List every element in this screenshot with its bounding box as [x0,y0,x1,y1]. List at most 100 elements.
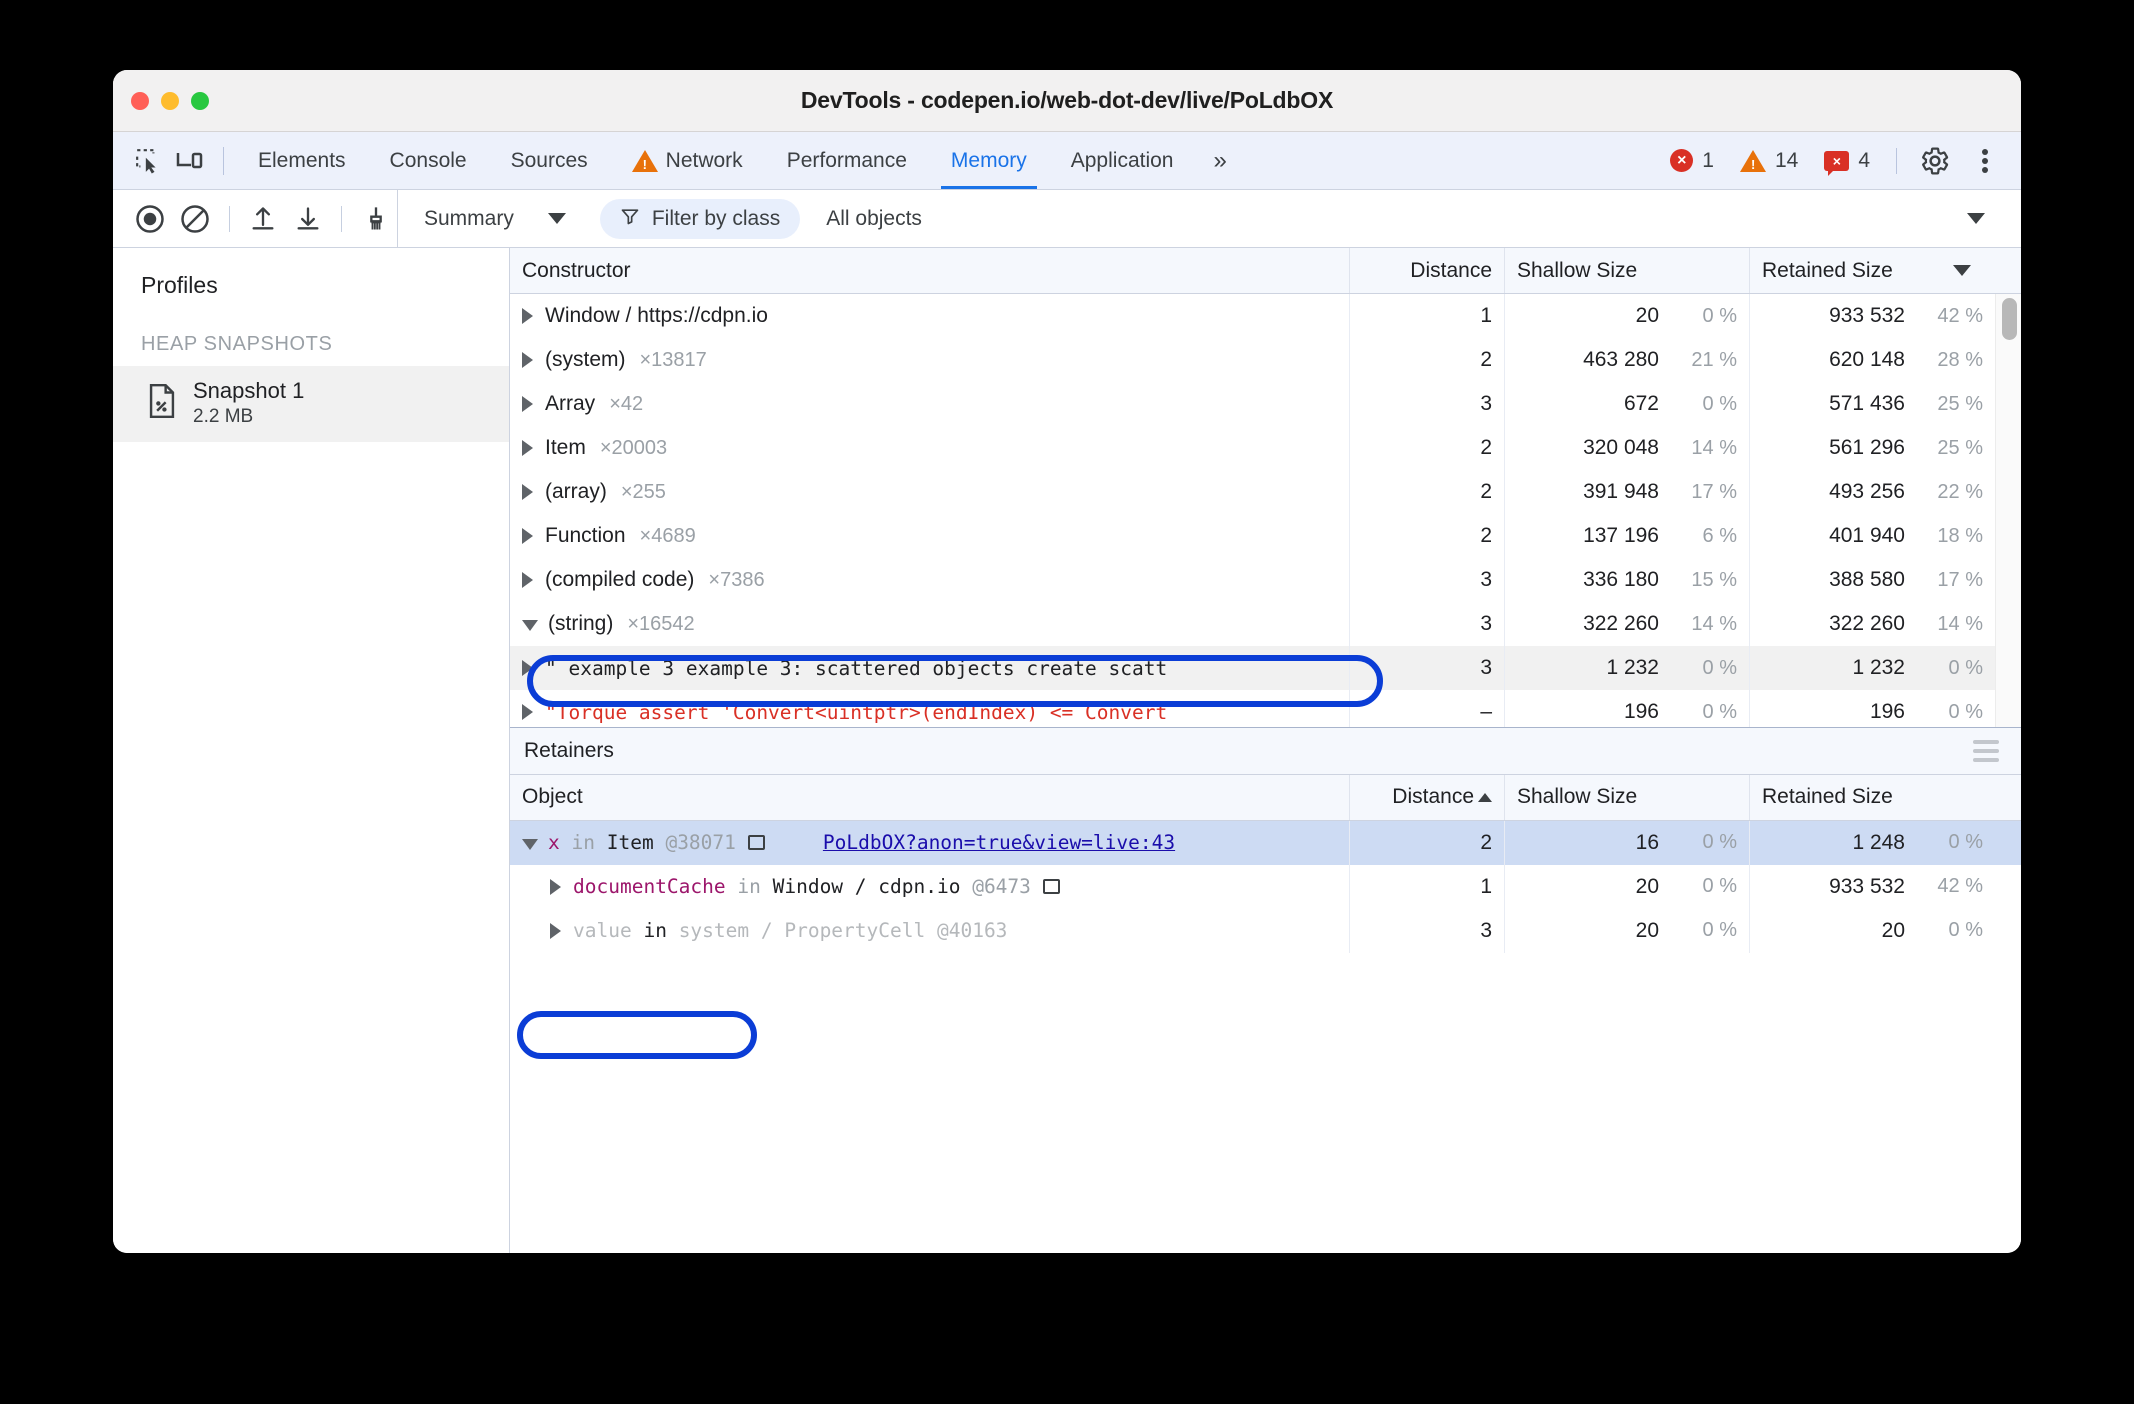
error-count[interactable]: × 1 [1660,149,1724,173]
tab-network[interactable]: ! Network [610,132,765,189]
distance-cell: 2 [1350,338,1505,382]
table-row[interactable]: documentCache in Window / cdpn.io @6473 1… [510,864,2021,909]
column-header-constructor[interactable]: Constructor [510,248,1350,293]
chevron-right-icon[interactable] [522,484,533,500]
table-row[interactable]: Window / https://cdpn.io 1 20 0 % 933 532 42 … [510,294,2021,338]
summary-scrollbar[interactable] [1995,294,2021,727]
objects-select[interactable]: All objects [826,207,2021,231]
tab-sources[interactable]: Sources [489,132,610,189]
chevron-right-icon[interactable] [522,528,533,544]
object-cell: documentCache in Window / cdpn.io @6473 [510,864,1350,909]
chevron-right-icon[interactable] [522,572,533,588]
download-profile-icon[interactable] [286,197,329,241]
inspect-element-icon[interactable] [127,140,169,182]
constructor-name: (system) [545,348,626,371]
chevron-down-icon[interactable] [522,620,538,631]
instance-count: ×13817 [639,348,707,371]
shallow-size-value: 20 [1635,918,1659,942]
table-row[interactable]: value in system / PropertyCell @40163 3 20… [510,908,2021,953]
shallow-size-percent: 15 % [1691,568,1737,591]
column-header-shallow-size[interactable]: Shallow Size [1505,774,1750,820]
table-row[interactable]: " example 3 example 3: scattered objects… [510,646,2021,690]
column-header-distance[interactable]: Distance [1350,248,1505,293]
chevron-down-icon [1967,213,1985,224]
status-divider [1896,147,1897,174]
retained-size-value: 933 532 [1829,874,1905,898]
shallow-size-percent: 0 % [1702,831,1737,853]
retained-size-cell: 561 296 25 % [1750,426,2021,470]
constructor-cell: (system) ×13817 [510,338,1350,382]
close-window-button[interactable] [131,92,149,110]
tab-application[interactable]: Application [1049,132,1196,189]
shallow-size-cell: 322 260 14 % [1505,602,1750,646]
summary-grid-body[interactable]: Window / https://cdpn.io 1 20 0 % 933 532 42 … [510,294,2021,727]
table-row[interactable]: x in Item @38071 PoLdbOX?anon=true&view=l… [510,820,2021,865]
error-count-label: 1 [1702,148,1714,172]
distance-cell: – [1350,690,1505,727]
reveal-in-elements-icon[interactable] [747,835,765,850]
table-row[interactable]: Array ×42 3 672 0 % 571 436 25 % [510,382,2021,426]
retained-size-percent: 25 % [1937,392,1983,415]
chevron-right-icon[interactable] [522,704,533,720]
retained-size-percent: 17 % [1937,568,1983,591]
clear-icon[interactable] [174,197,217,241]
retainers-grid-body[interactable]: x in Item @38071 PoLdbOX?anon=true&view=l… [510,820,2021,1253]
retained-size-cell: 571 436 25 % [1750,382,2021,426]
reveal-in-elements-icon[interactable] [1042,879,1060,894]
devtools-tab-bar: Elements Console Sources ! Network Perfo… [113,132,2021,190]
column-header-retained-size[interactable]: Retained Size [1750,775,2021,820]
table-row[interactable]: Function ×4689 2 137 196 6 % 401 940 18 % [510,514,2021,558]
gear-icon[interactable] [1913,139,1957,183]
column-header-retained-size[interactable]: Retained Size [1750,248,2021,293]
chevron-right-icon[interactable] [522,396,533,412]
tab-memory[interactable]: Memory [929,132,1049,189]
source-link[interactable]: PoLdbOX?anon=true&view=live:43 [823,831,1175,854]
tab-elements[interactable]: Elements [236,132,368,189]
filter-label: Filter by class [651,206,781,230]
sidebar-item-snapshot-1[interactable]: Snapshot 1 2.2 MB [113,366,509,442]
retained-size-percent: 18 % [1937,524,1983,547]
column-header-shallow-size[interactable]: Shallow Size [1505,248,1750,293]
table-row[interactable]: (string) ×16542 3 322 260 14 % 322 260 14 % [510,602,2021,646]
retained-size-cell: 620 148 28 % [1750,338,2021,382]
table-row[interactable]: (system) ×13817 2 463 280 21 % 620 148 28 % [510,338,2021,382]
devtools-window: DevTools - codepen.io/web-dot-dev/live/P… [113,70,2021,1253]
table-row[interactable]: Item ×20003 2 320 048 14 % 561 296 25 % [510,426,2021,470]
drag-handle-icon[interactable] [1973,739,1999,762]
scrollbar-thumb[interactable] [2002,298,2017,340]
shallow-size-value: 672 [1623,392,1659,415]
distance-cell: 3 [1350,382,1505,426]
summary-grid-header: Constructor Distance Shallow Size Retain… [510,248,2021,294]
chevron-right-icon[interactable] [522,308,533,324]
snapshot-size: 2.2 MB [193,406,254,427]
filter-by-class-button[interactable]: Filter by class [599,198,801,239]
device-toolbar-icon[interactable] [169,140,211,182]
chevron-right-icon[interactable] [522,660,533,676]
warning-count[interactable]: ! 14 [1730,149,1808,173]
column-header-object[interactable]: Object [510,774,1350,820]
chevron-right-icon[interactable] [550,922,561,939]
table-row[interactable]: (compiled code) ×7386 3 336 180 15 % 388 580 1… [510,558,2021,602]
upload-profile-icon[interactable] [242,197,285,241]
chevron-right-icon[interactable] [522,352,533,368]
tab-console[interactable]: Console [368,132,489,189]
table-row[interactable]: (array) ×255 2 391 948 17 % 493 256 22 % [510,470,2021,514]
chevron-down-icon[interactable] [522,838,538,850]
minimize-window-button[interactable] [161,92,179,110]
record-icon[interactable] [129,197,172,241]
chevron-right-icon[interactable] [522,440,533,456]
table-row[interactable]: "Torque assert 'Convert<uintptr>(endInde… [510,690,2021,727]
collect-garbage-icon[interactable] [354,197,397,241]
tab-performance[interactable]: Performance [765,132,929,189]
more-vertical-icon[interactable] [1963,139,2007,183]
maximize-window-button[interactable] [191,92,209,110]
column-header-distance[interactable]: Distance [1350,774,1505,820]
chevron-right-icon[interactable] [550,878,561,895]
retainer-object: system / PropertyCell [678,919,926,942]
view-select[interactable]: Summary [418,207,572,231]
retained-size-cell: 1 248 0 % [1750,821,2021,865]
shallow-size-value: 20 [1635,304,1659,327]
issues-count[interactable]: × 4 [1814,149,1880,176]
more-tabs-button[interactable]: » [1195,147,1241,175]
retained-size-value: 1 248 [1852,830,1905,854]
